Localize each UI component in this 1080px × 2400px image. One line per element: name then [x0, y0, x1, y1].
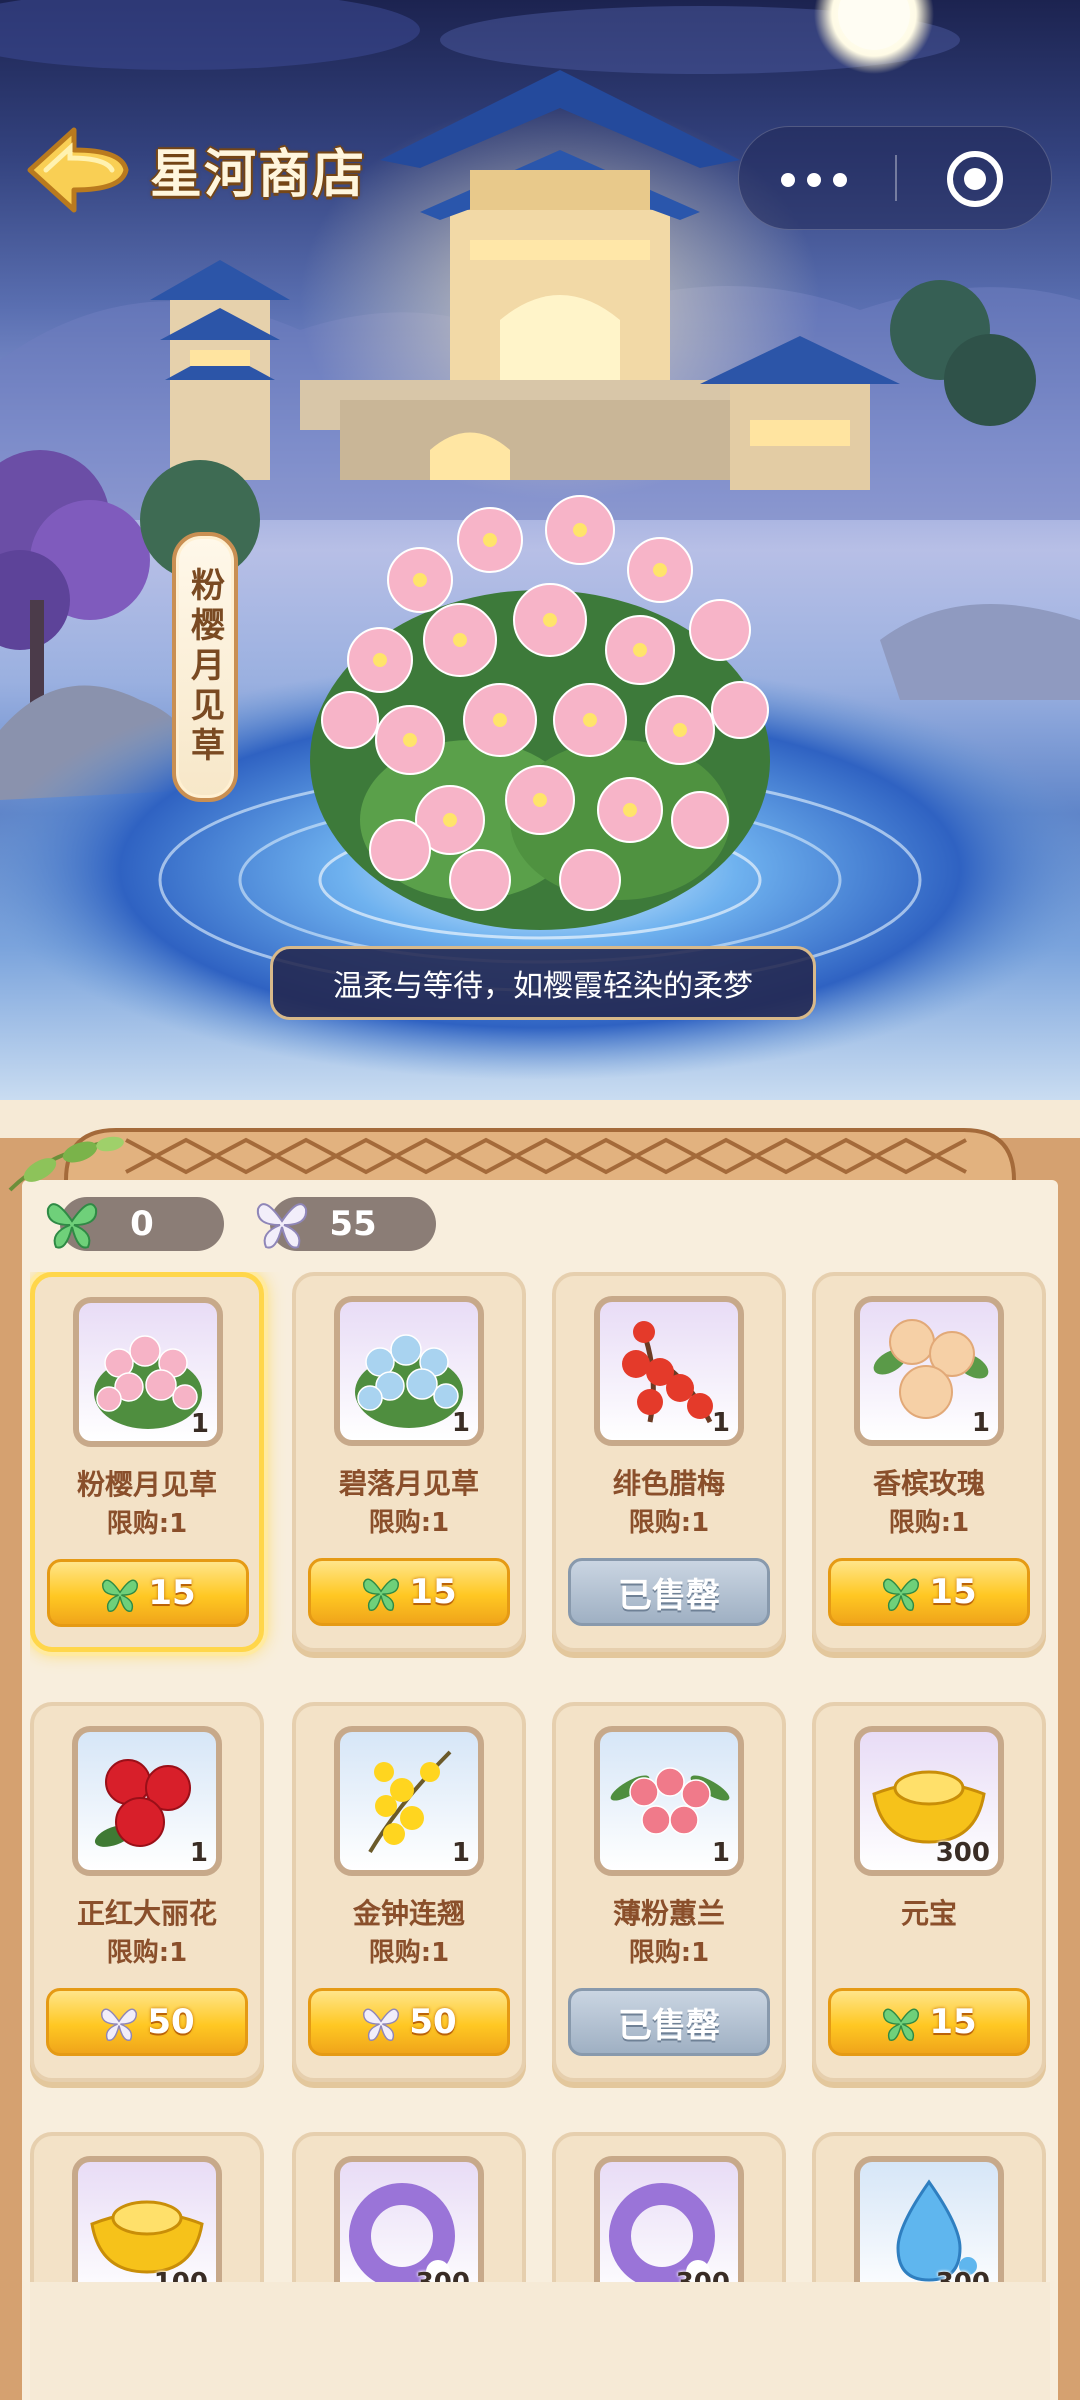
featured-name-label: 粉樱月见草 [184, 567, 225, 767]
item-thumbnail: 100 [72, 2156, 222, 2282]
purple-ring-icon [609, 2183, 715, 2282]
price-label: 15 [409, 1572, 457, 1612]
white-butterfly-icon [363, 2008, 400, 2041]
shop-screen: 星河商店 粉樱月见草 温柔与等待，如樱霞轻染的柔梦 0 55 1 粉樱月见草 限… [0, 0, 1080, 2400]
item-card-purple-ring[interactable]: 300 [292, 2132, 526, 2282]
item-thumbnail: 300 [334, 2156, 484, 2282]
item-quantity: 1 [190, 1409, 209, 1439]
item-thumbnail: 1 [334, 1726, 484, 1876]
buy-button[interactable]: 15 [828, 1558, 1030, 1626]
white-butterfly-icon [101, 2008, 138, 2041]
featured-name-scroll: 粉樱月见草 [172, 532, 238, 802]
buy-button[interactable]: 15 [308, 1558, 510, 1626]
item-name: 碧落月见草 [338, 1467, 479, 1500]
item-thumbnail: 1 [594, 1296, 744, 1446]
item-name: 金钟连翘 [352, 1897, 465, 1930]
item-card-champagne-rose[interactable]: 1 香槟玫瑰 限购:1 15 [812, 1272, 1046, 1652]
sold-out-label: 已售罄 [618, 1575, 720, 1616]
item-thumbnail: 1 [594, 1726, 744, 1876]
item-thumbnail: 300 [854, 2156, 1004, 2282]
sold-out-button: 已售罄 [568, 1988, 770, 2056]
item-limit: 限购:1 [628, 1508, 710, 1538]
item-name: 香槟玫瑰 [872, 1467, 985, 1500]
miniapp-capsule [738, 126, 1052, 230]
price-label: 15 [148, 1573, 196, 1613]
purple-ring-icon [349, 2183, 455, 2282]
item-name: 绯色腊梅 [612, 1467, 725, 1500]
price-label: 50 [409, 2002, 457, 2042]
buy-button[interactable]: 15 [47, 1559, 249, 1627]
item-limit: 限购:1 [628, 1938, 710, 1968]
green-butterfly-icon [883, 2008, 920, 2041]
item-limit: 限购:1 [888, 1508, 970, 1538]
item-thumbnail: 1 [334, 1296, 484, 1446]
item-thumbnail: 1 [72, 1726, 222, 1876]
item-quantity: 1 [451, 1408, 470, 1438]
price-label: 15 [929, 2002, 977, 2042]
item-card-red-wintersweet[interactable]: 1 绯色腊梅 限购:1 已售罄 [552, 1272, 786, 1652]
item-quantity: 1 [189, 1838, 208, 1868]
item-thumbnail: 300 [594, 2156, 744, 2282]
item-card-pink-evening-primrose[interactable]: 1 粉樱月见草 限购:1 15 [30, 1272, 264, 1652]
leaf-decoration [8, 1136, 124, 1192]
green-butterfly-icon [883, 1578, 920, 1611]
hero-banner: 星河商店 粉樱月见草 温柔与等待，如樱霞轻染的柔梦 [0, 0, 1080, 1100]
item-quantity: 1 [711, 1408, 730, 1438]
buy-button[interactable]: 50 [308, 1988, 510, 2056]
green-butterfly-icon [363, 1578, 400, 1611]
item-quantity: 1 [711, 1838, 730, 1868]
more-button[interactable] [739, 127, 895, 229]
currency-green-value: 0 [130, 1204, 154, 1244]
back-button[interactable] [22, 122, 134, 218]
page-title: 星河商店 [150, 145, 367, 205]
item-quantity: 300 [935, 1838, 990, 1868]
item-thumbnail: 300 [854, 1726, 1004, 1876]
item-limit: 限购:1 [368, 1938, 450, 1968]
featured-flower-illustration [310, 495, 770, 930]
currency-green-butterfly: 0 [46, 1197, 224, 1251]
lattice-decoration [64, 1128, 1016, 1180]
tagline-text: 温柔与等待，如樱霞轻染的柔梦 [333, 969, 753, 1004]
item-limit: 限购:1 [106, 1938, 188, 1968]
featured-tagline: 温柔与等待，如樱霞轻染的柔梦 [270, 946, 816, 1020]
item-card-light-pink-orchid[interactable]: 1 薄粉蕙兰 限购:1 已售罄 [552, 1702, 786, 2082]
item-quantity: 1 [971, 1408, 990, 1438]
arrow-left-icon [27, 127, 129, 213]
water-drop-icon [896, 2179, 977, 2282]
close-miniapp-button[interactable] [897, 127, 1051, 229]
buy-button[interactable]: 50 [46, 1988, 248, 2056]
item-name: 元宝 [900, 1897, 957, 1930]
item-card-golden-forsythia[interactable]: 1 金钟连翘 限购:1 50 [292, 1702, 526, 2082]
item-thumbnail: 1 [73, 1297, 223, 1447]
green-butterfly-icon [102, 1579, 139, 1612]
item-name: 薄粉蕙兰 [612, 1897, 725, 1930]
price-label: 15 [929, 1572, 977, 1612]
sold-out-button: 已售罄 [568, 1558, 770, 1626]
item-name: 粉樱月见草 [76, 1468, 217, 1501]
item-card-gold-ingot-2[interactable]: 100 [30, 2132, 264, 2282]
item-name: 正红大丽花 [76, 1897, 217, 1930]
price-label: 50 [147, 2002, 195, 2042]
currency-white-butterfly: 55 [256, 1197, 436, 1251]
item-limit: 限购:1 [106, 1509, 188, 1539]
item-card-gold-ingot[interactable]: 300 元宝 15 [812, 1702, 1046, 2082]
item-quantity: 300 [676, 2268, 730, 2282]
item-limit: 限购:1 [368, 1508, 450, 1538]
item-quantity: 300 [416, 2268, 470, 2282]
buy-button[interactable]: 15 [828, 1988, 1030, 2056]
item-card-blue-evening-primrose[interactable]: 1 碧落月见草 限购:1 15 [292, 1272, 526, 1652]
item-grid: 1 粉樱月见草 限购:1 15 1 碧落月见草 限购:1 15 1 绯色腊梅 限… [30, 1272, 1050, 2282]
sold-out-label: 已售罄 [618, 2005, 720, 2046]
item-thumbnail: 1 [854, 1296, 1004, 1446]
item-quantity: 100 [154, 2268, 208, 2282]
item-quantity: 300 [936, 2268, 990, 2282]
item-card-water-drop[interactable]: 300 [812, 2132, 1046, 2282]
gold-ingot-icon [90, 2200, 204, 2274]
currency-white-value: 55 [329, 1204, 377, 1244]
item-card-red-dahlia[interactable]: 1 正红大丽花 限购:1 50 [30, 1702, 264, 2082]
item-card-purple-ring-2[interactable]: 300 [552, 2132, 786, 2282]
bottom-blank-area [30, 2282, 1050, 2400]
item-quantity: 1 [451, 1838, 470, 1868]
